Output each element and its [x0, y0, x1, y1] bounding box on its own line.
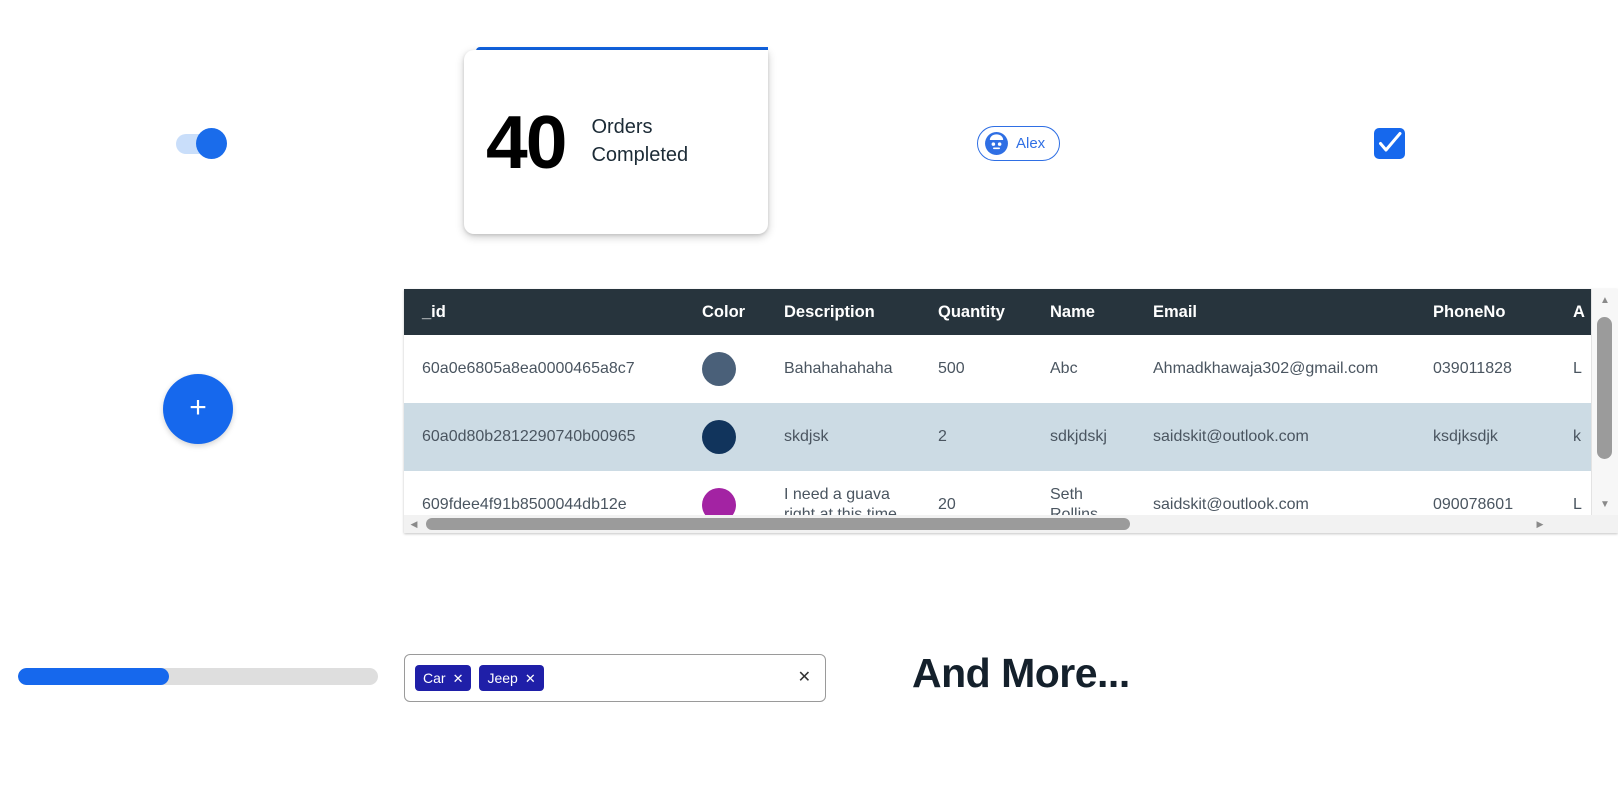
- cell-email: saidskit@outlook.com: [1153, 495, 1309, 513]
- cell-quantity: 20: [938, 495, 956, 513]
- check-icon: [1379, 132, 1402, 152]
- column-header-id[interactable]: _id: [404, 289, 684, 335]
- cell-description: Bahahahahaha: [784, 359, 893, 377]
- scroll-right-arrow-icon[interactable]: ▶: [1532, 515, 1548, 533]
- cell-address: L: [1573, 359, 1582, 377]
- avatar-face-icon: [984, 131, 1009, 156]
- stat-card-number: 40: [486, 99, 567, 184]
- user-chip-label: Alex: [1016, 135, 1046, 152]
- column-header-email[interactable]: Email: [1135, 289, 1415, 335]
- tag-chip[interactable]: Car ✕: [415, 665, 472, 691]
- table-header-row: _id Color Description Quantity Name Emai…: [404, 289, 1592, 335]
- user-chip-alex[interactable]: Alex: [977, 126, 1061, 161]
- toggle-switch[interactable]: [176, 128, 232, 160]
- color-swatch: [702, 352, 736, 386]
- stat-card: 40 Orders Completed: [464, 50, 768, 234]
- column-header-name[interactable]: Name: [1032, 289, 1135, 335]
- cell-name: Seth Rollins: [1050, 485, 1099, 515]
- tag-input-field[interactable]: Car ✕ Jeep ✕ ✕: [404, 654, 826, 702]
- horizontal-scrollbar-thumb[interactable]: [426, 518, 1130, 530]
- vertical-scrollbar-thumb[interactable]: [1597, 317, 1612, 459]
- cell-quantity: 2: [920, 403, 1032, 471]
- cell-phone: 090078601: [1433, 495, 1514, 513]
- stat-card-label: Orders Completed: [591, 116, 689, 166]
- cell-id: 60a0e6805a8ea0000465a8c7: [422, 359, 635, 377]
- tag-label: Car: [423, 670, 446, 686]
- progress-bar: [18, 668, 378, 685]
- scroll-up-arrow-icon[interactable]: ▲: [1592, 289, 1618, 311]
- cell-color: [684, 335, 766, 403]
- clear-all-icon[interactable]: ✕: [798, 670, 811, 686]
- cell-id: 60a0d80b2812290740b00965: [404, 403, 684, 471]
- plus-icon: +: [189, 390, 207, 424]
- cell-email: Ahmadkhawaja302@gmail.com: [1153, 359, 1379, 377]
- cell-email: saidskit@outlook.com: [1135, 403, 1415, 471]
- tag-chip[interactable]: Jeep ✕: [479, 665, 544, 691]
- column-header-description[interactable]: Description: [766, 289, 920, 335]
- color-swatch: [702, 488, 736, 515]
- add-button-fab[interactable]: +: [163, 374, 233, 444]
- column-header-phone[interactable]: PhoneNo: [1415, 289, 1555, 335]
- scroll-down-arrow-icon[interactable]: ▼: [1592, 493, 1618, 515]
- scroll-left-arrow-icon[interactable]: ◀: [406, 515, 422, 533]
- cell-id: 609fdee4f91b8500044db12e: [422, 495, 627, 513]
- tag-remove-icon[interactable]: ✕: [453, 672, 464, 685]
- data-table: _id Color Description Quantity Name Emai…: [404, 289, 1592, 515]
- cell-name: sdkjdskj: [1032, 403, 1135, 471]
- column-header-address[interactable]: A: [1555, 289, 1592, 335]
- cell-address: L: [1573, 495, 1582, 513]
- tag-label: Jeep: [487, 670, 518, 686]
- cell-name: Abc: [1050, 359, 1078, 377]
- data-table-container: _id Color Description Quantity Name Emai…: [404, 289, 1618, 533]
- progress-bar-fill: [18, 668, 170, 685]
- table-row[interactable]: 60a0e6805a8ea0000465a8c7 Bahahahahaha 50…: [404, 335, 1592, 403]
- cell-address: k: [1555, 403, 1592, 471]
- cell-color: [684, 403, 766, 471]
- cell-phone: 039011828: [1433, 359, 1512, 377]
- cell-quantity: 500: [938, 359, 965, 377]
- and-more-heading: And More...: [912, 650, 1130, 696]
- tag-remove-icon[interactable]: ✕: [525, 672, 536, 685]
- table-row[interactable]: 609fdee4f91b8500044db12e I need a guava …: [404, 471, 1592, 515]
- data-table-viewport: _id Color Description Quantity Name Emai…: [404, 289, 1592, 515]
- cell-phone: ksdjksdjk: [1415, 403, 1555, 471]
- cell-color: [684, 471, 766, 515]
- column-header-color[interactable]: Color: [684, 289, 766, 335]
- cell-description: skdjsk: [766, 403, 920, 471]
- toggle-knob[interactable]: [196, 128, 227, 159]
- table-row[interactable]: 60a0d80b2812290740b00965 skdjsk 2 sdkjds…: [404, 403, 1592, 471]
- table-vertical-scrollbar[interactable]: ▲ ▼: [1591, 289, 1618, 515]
- column-header-quantity[interactable]: Quantity: [920, 289, 1032, 335]
- checkbox-checked[interactable]: [1374, 128, 1405, 159]
- color-swatch: [702, 420, 736, 454]
- table-horizontal-scrollbar[interactable]: ◀ ▶: [404, 515, 1618, 533]
- page-canvas: 40 Orders Completed Alex + _id Color Des…: [0, 0, 1618, 786]
- cell-description: I need a guava right at this time: [784, 485, 897, 515]
